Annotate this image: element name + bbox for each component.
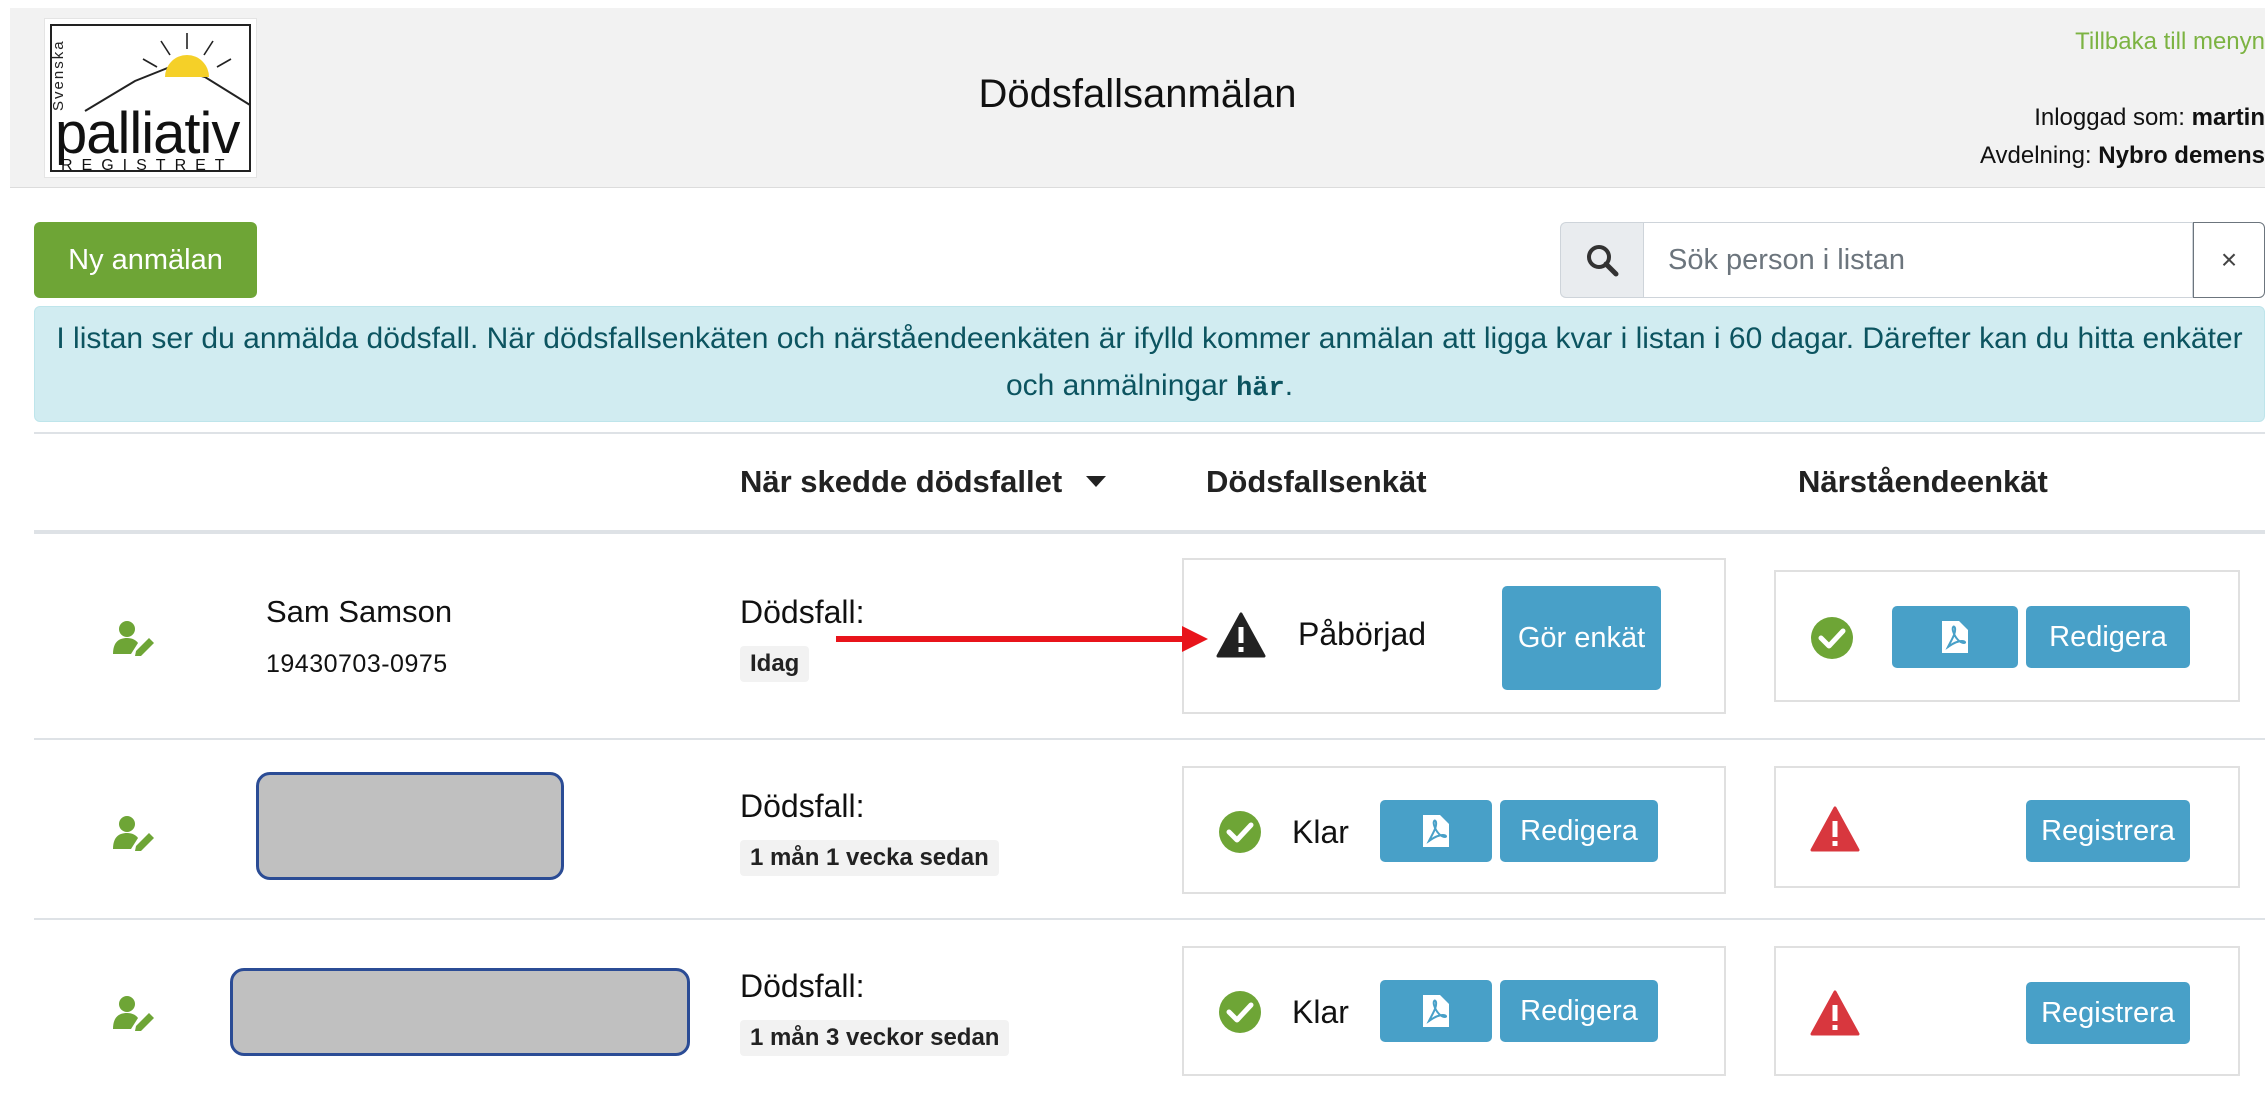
sort-caret-icon: [1086, 476, 1107, 488]
death-survey-cell: Klar Redigera: [1182, 766, 1726, 894]
table-header-divider: [34, 530, 2265, 534]
department-info: Avdelning: Nybro demens: [1980, 142, 2265, 170]
death-survey-cell: Påbörjad Gör enkät: [1182, 558, 1726, 714]
relative-register-button[interactable]: Registrera: [2026, 982, 2190, 1044]
search-group: ×: [1560, 222, 2265, 298]
death-survey-cell: Klar Redigera: [1182, 946, 1726, 1076]
info-end: .: [1284, 369, 1294, 402]
warning-icon: [1810, 990, 1860, 1036]
row-divider: [34, 918, 2265, 920]
logged-in-user: martin: [2191, 104, 2265, 131]
column-header-when-label: När skedde dödsfallet: [740, 464, 1063, 499]
warning-icon: [1216, 612, 1266, 658]
info-text: I listan ser du anmälda dödsfall. När dö…: [56, 322, 2243, 402]
death-survey-status: Klar: [1292, 994, 1349, 1030]
search-input[interactable]: [1643, 222, 2193, 298]
death-edit-button[interactable]: Redigera: [1500, 800, 1658, 862]
death-time-badge: Idag: [740, 646, 810, 682]
death-survey-status: Klar: [1292, 814, 1349, 850]
redacted-person: [230, 968, 690, 1056]
row-divider: [34, 738, 2265, 740]
table-top-divider: [34, 432, 2265, 434]
user-edit-icon[interactable]: [113, 815, 157, 851]
warning-icon: [1810, 806, 1860, 852]
death-edit-button[interactable]: Redigera: [1500, 980, 1658, 1042]
pdf-file-icon: [1423, 995, 1449, 1027]
svg-text:REGISTRET: REGISTRET: [61, 157, 234, 174]
pdf-file-icon: [1423, 815, 1449, 847]
personal-number: 19430703-0975: [266, 650, 448, 678]
search-icon: [1560, 222, 1643, 298]
check-circle-icon: [1811, 617, 1853, 659]
page-title: Dödsfallsanmälan: [978, 72, 1297, 116]
info-alert: I listan ser du anmälda dödsfall. När dö…: [34, 306, 2265, 422]
archive-link[interactable]: här: [1236, 374, 1285, 404]
death-label: Dödsfall:: [740, 968, 865, 1004]
column-header-death-survey: Dödsfallsenkät: [1206, 464, 1427, 499]
clear-search-button[interactable]: ×: [2193, 222, 2265, 298]
death-time-badge: 1 mån 3 veckor sedan: [740, 1020, 1010, 1056]
person-name: Sam Samson: [266, 594, 453, 629]
pdf-button[interactable]: [1380, 980, 1492, 1042]
column-header-relative-survey: Närståendeenkät: [1798, 464, 2048, 499]
death-time-badge: 1 mån 1 vecka sedan: [740, 840, 999, 876]
pdf-button[interactable]: [1892, 606, 2018, 668]
app-header: Svenska palliativ REGISTRET Dödsfallsanm…: [10, 8, 2265, 188]
check-circle-icon: [1219, 811, 1261, 853]
pdf-button[interactable]: [1380, 800, 1492, 862]
check-circle-icon: [1219, 991, 1261, 1033]
department-label: Avdelning:: [1979, 142, 2092, 169]
death-survey-status: Påbörjad: [1298, 616, 1427, 652]
relative-register-button[interactable]: Registrera: [2026, 800, 2190, 862]
relative-survey-cell: Registrera: [1774, 946, 2240, 1076]
relative-survey-cell: Registrera: [1774, 766, 2240, 888]
pdf-file-icon: [1942, 621, 1968, 653]
logged-in-info: Inloggad som: martin: [2034, 104, 2265, 132]
redacted-person: [256, 772, 564, 880]
relative-edit-button[interactable]: Redigera: [2026, 606, 2190, 668]
user-edit-icon[interactable]: [113, 995, 157, 1031]
user-edit-icon[interactable]: [113, 620, 157, 656]
death-label: Dödsfall:: [740, 788, 865, 824]
relative-survey-cell: Redigera: [1774, 570, 2240, 702]
annotation-arrow-icon: [836, 626, 1208, 652]
do-survey-button[interactable]: Gör enkät: [1502, 586, 1661, 690]
new-report-button[interactable]: Ny anmälan: [34, 222, 257, 298]
back-to-menu-link[interactable]: Tillbaka till menyn: [2075, 28, 2265, 56]
department-value: Nybro demens: [2098, 142, 2265, 169]
column-header-when[interactable]: När skedde dödsfallet: [740, 464, 1107, 500]
logged-in-label: Inloggad som:: [2034, 104, 2185, 131]
